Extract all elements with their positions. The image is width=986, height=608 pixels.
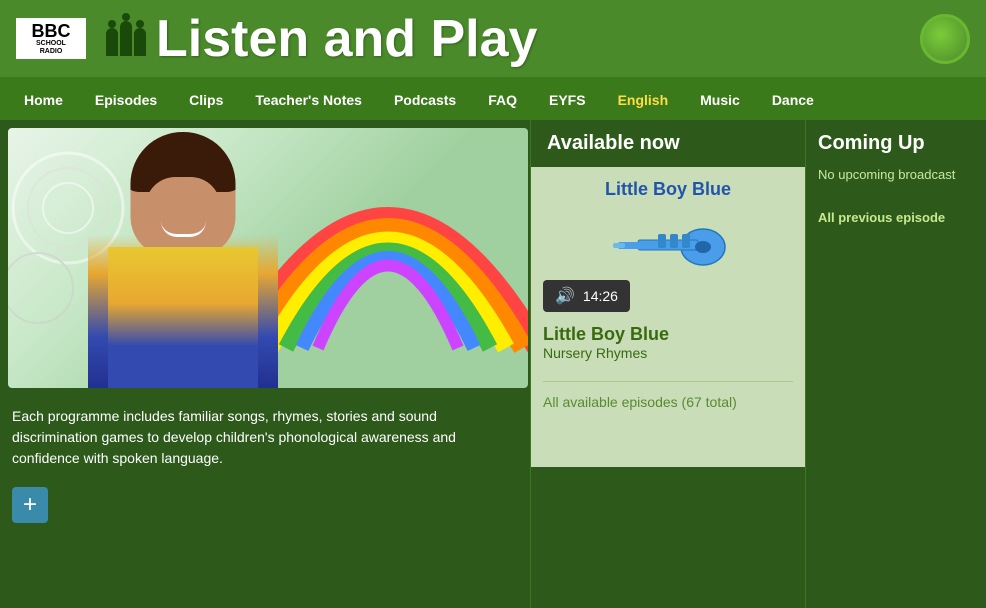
nav-item-english[interactable]: English (602, 80, 685, 120)
main-nav: Home Episodes Clips Teacher's Notes Podc… (0, 80, 986, 120)
nav-item-faq[interactable]: FAQ (472, 80, 533, 120)
episode-name: Little Boy Blue (543, 324, 793, 345)
corner-decoration (920, 14, 970, 64)
all-episodes-link[interactable]: All available episodes (67 total) (543, 381, 793, 410)
player-bar[interactable]: 🔊 14:26 (543, 280, 630, 312)
nav-item-home[interactable]: Home (8, 80, 79, 120)
page-header: BBC SCHOOLRADIO Listen and Play (0, 0, 986, 80)
person-body (88, 132, 278, 388)
bbc-logo: BBC SCHOOLRADIO (16, 18, 86, 59)
nav-item-eyfs[interactable]: EYFS (533, 80, 602, 120)
hero-image (8, 128, 528, 388)
nav-item-clips[interactable]: Clips (173, 80, 239, 120)
figure-2 (120, 21, 132, 56)
nav-item-dance[interactable]: Dance (756, 80, 830, 120)
episode-title-link[interactable]: Little Boy Blue (543, 179, 793, 200)
all-previous-episodes-link[interactable]: All previous episode (806, 202, 986, 233)
nav-item-episodes[interactable]: Episodes (79, 80, 173, 120)
person-smile (161, 221, 206, 237)
programme-description: Each programme includes familiar songs, … (0, 396, 530, 479)
nav-item-teachers-notes[interactable]: Teacher's Notes (239, 80, 378, 120)
nav-item-podcasts[interactable]: Podcasts (378, 80, 472, 120)
figure-1 (106, 28, 118, 56)
main-content: Each programme includes familiar songs, … (0, 120, 986, 608)
trumpet-container (543, 212, 793, 272)
bbc-sub-text: SCHOOLRADIO (36, 40, 66, 55)
middle-panel: Available now Little Boy Blue (530, 120, 806, 608)
all-episodes-count: (67 total) (682, 394, 737, 410)
add-button[interactable]: + (12, 487, 48, 523)
person-face (146, 177, 221, 247)
duration-display: 14:26 (583, 288, 618, 304)
figure-3 (134, 28, 146, 56)
coming-up-heading: Coming Up (806, 120, 986, 167)
logo-figures (106, 21, 146, 56)
nav-item-music[interactable]: Music (684, 80, 756, 120)
episode-category: Nursery Rhymes (543, 345, 793, 361)
person-head (131, 132, 236, 257)
coming-up-text: No upcoming broadcast (806, 167, 986, 182)
trumpet-icon (608, 212, 728, 272)
person-body-lower (108, 247, 258, 388)
speaker-icon: 🔊 (555, 286, 575, 306)
bbc-logo-text: BBC (32, 22, 71, 40)
available-content: Little Boy Blue 🔊 (531, 167, 805, 467)
all-episodes-label: All available episodes (543, 394, 678, 410)
rainbow-decoration (238, 128, 528, 358)
episode-info: Little Boy Blue Nursery Rhymes (543, 324, 793, 361)
left-panel: Each programme includes familiar songs, … (0, 120, 530, 608)
right-panel: Coming Up No upcoming broadcast All prev… (806, 120, 986, 608)
available-now-heading: Available now (531, 120, 805, 167)
page-title: Listen and Play (156, 9, 537, 69)
